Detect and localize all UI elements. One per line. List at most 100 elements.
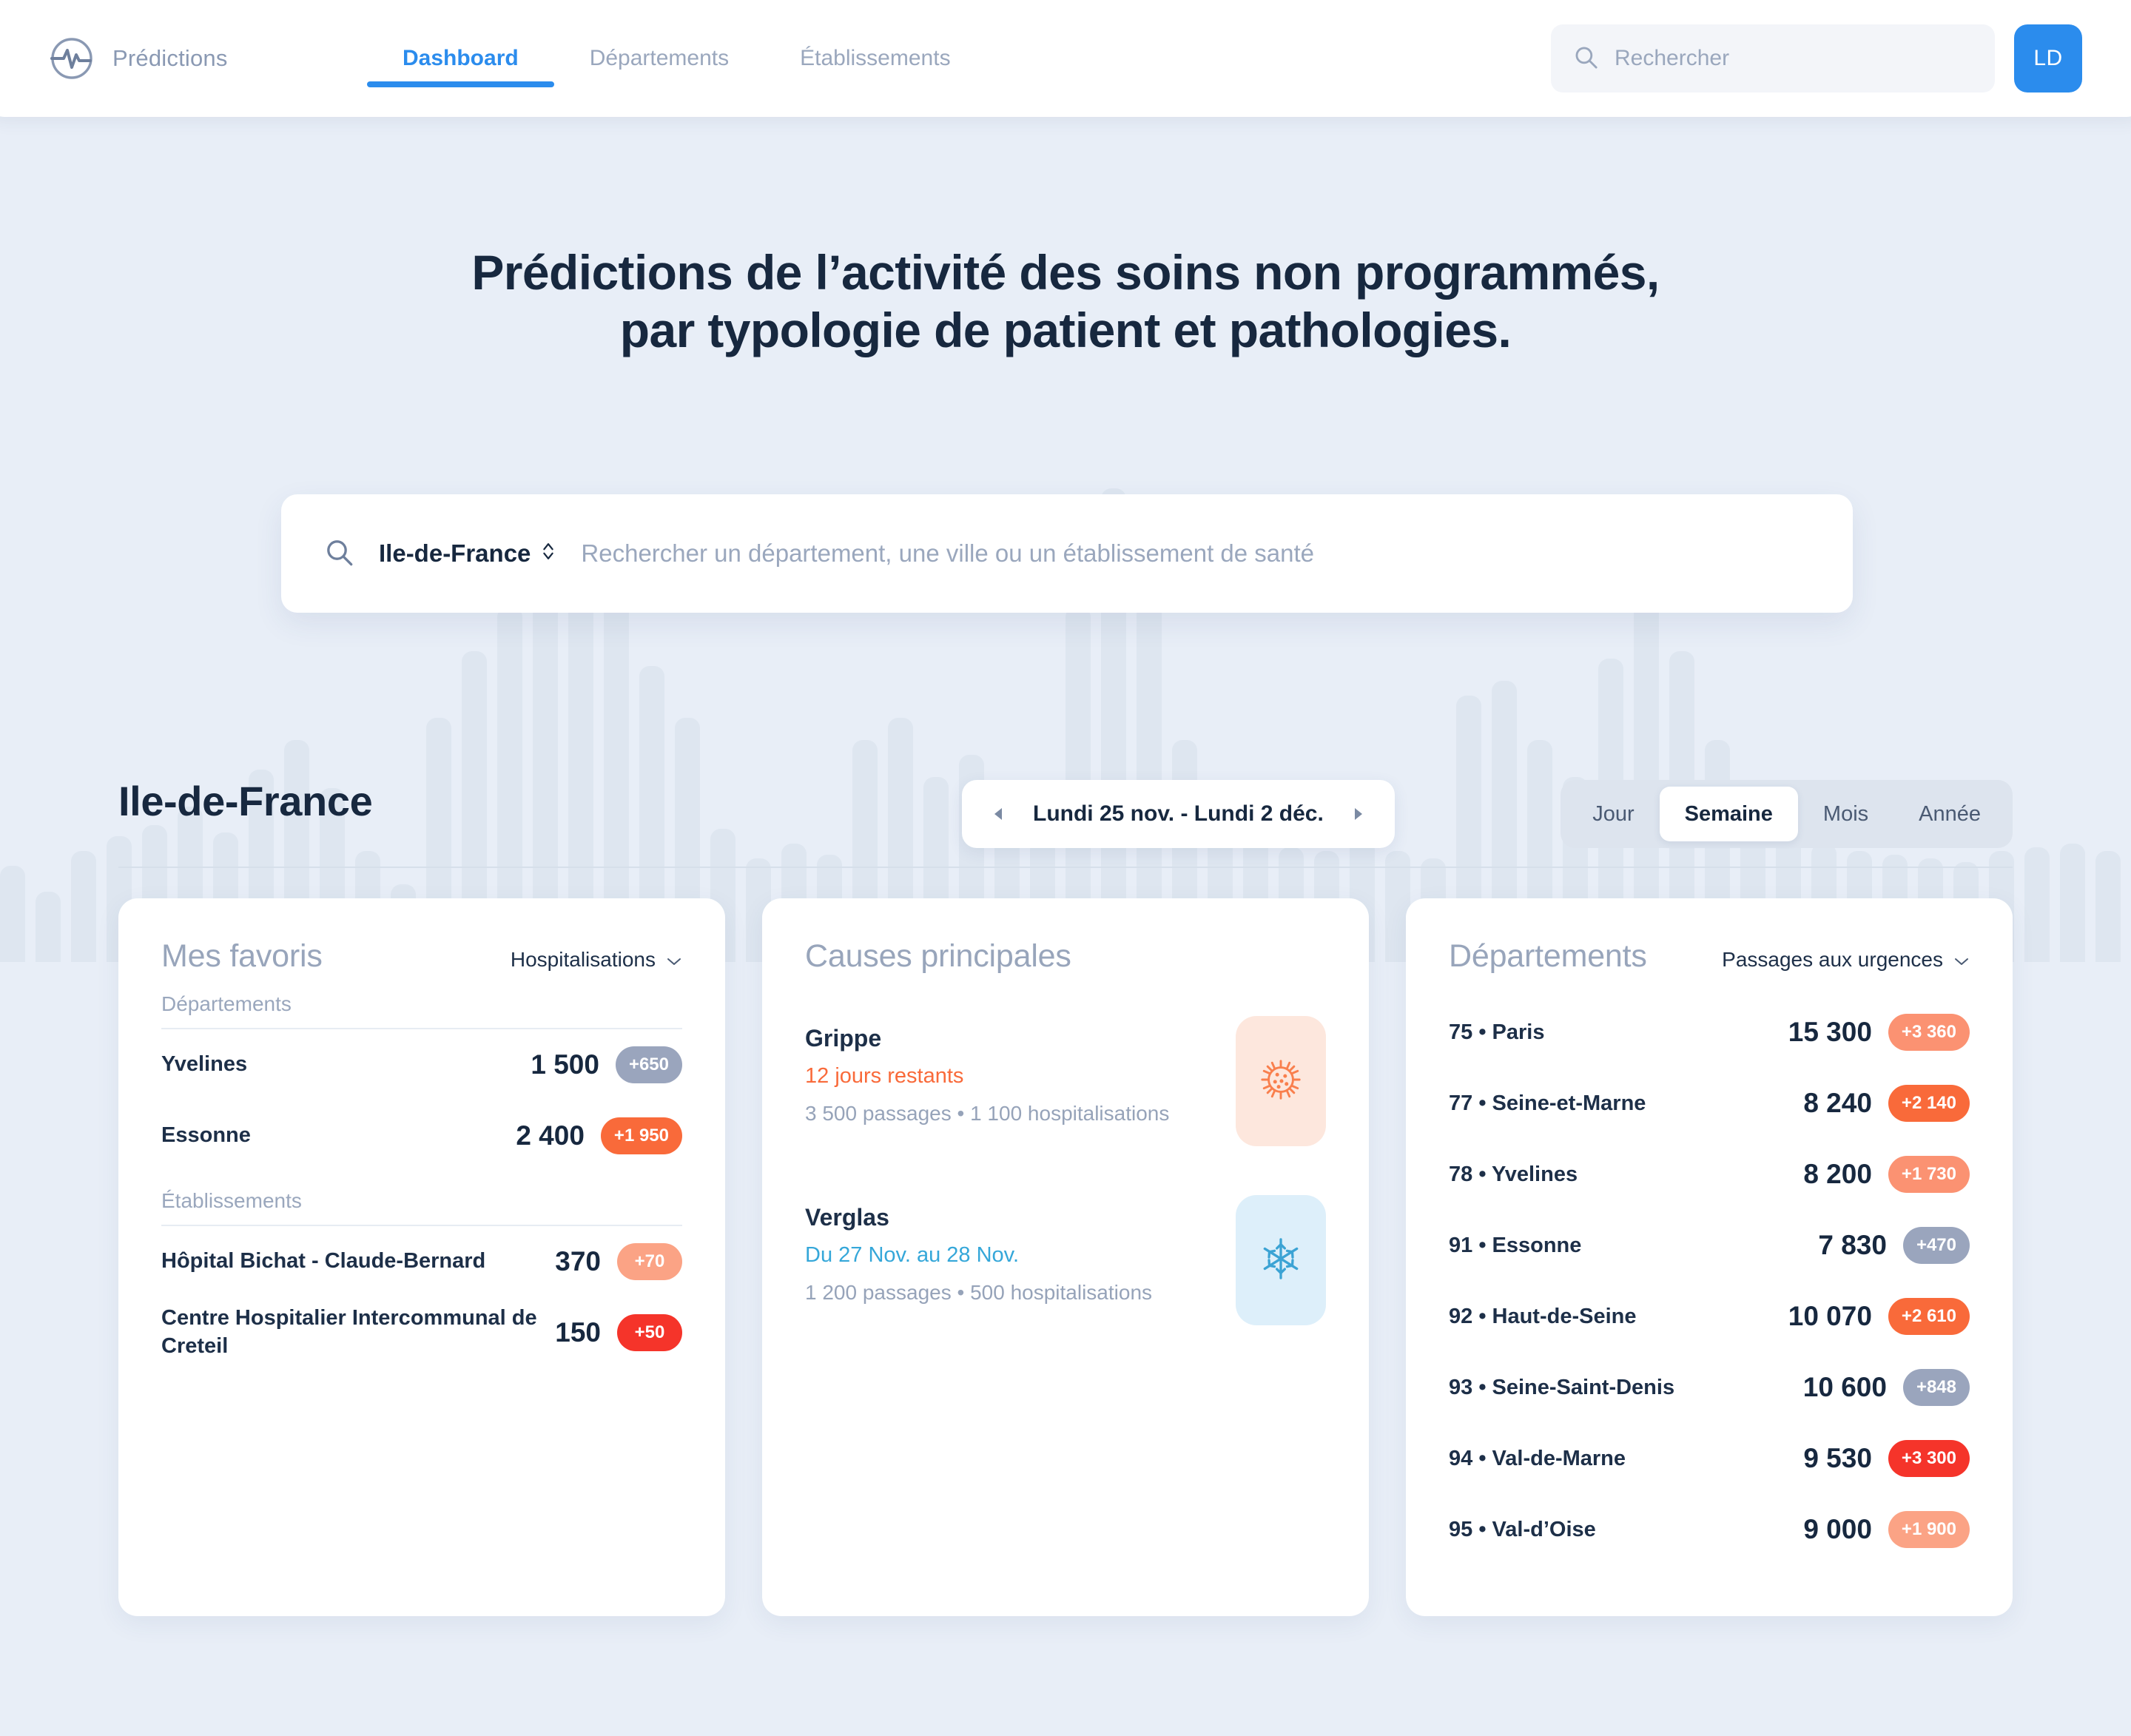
cause-name: Grippe [805,1025,882,1052]
search-placeholder: Rechercher [1615,46,1730,70]
search-input[interactable]: Rechercher [1551,24,1995,92]
background-bar [36,892,61,962]
period-toggle-group: Jour Semaine Mois Année [1561,780,2013,848]
status-badge: +1 900 [1888,1511,1970,1548]
date-prev-button[interactable] [990,805,1008,823]
departement-name: 93 • Seine-Saint-Denis [1449,1375,1675,1399]
departement-value: 8 240 [1803,1088,1872,1118]
favoris-group-label: Départements [161,992,292,1015]
favoris-card: Mes favoris Hospitalisations Département… [118,898,725,1616]
snowflake-icon [1258,1236,1304,1285]
table-row[interactable]: 94 • Val-de-Marne 9 530 +3 300 [1449,1423,1970,1494]
status-badge: +3 360 [1888,1014,1970,1051]
departements-title: Départements [1449,938,1647,974]
departement-value: 9 530 [1803,1443,1872,1473]
table-row[interactable]: 91 • Essonne 7 830 +470 [1449,1210,1970,1281]
causes-card: Causes principales Grippe 12 jours resta… [762,898,1369,1616]
status-badge: +2 610 [1888,1298,1970,1335]
departement-name: 75 • Paris [1449,1020,1545,1044]
page-title-line2: par typologie de patient et pathologies. [619,302,1512,357]
departements-card: Départements Passages aux urgences 75 • … [1406,898,2013,1616]
favoris-card-header: Mes favoris Hospitalisations [161,938,682,975]
tab-departements[interactable]: Départements [554,0,764,117]
tab-dashboard[interactable]: Dashboard [367,0,554,117]
cause-stats: 3 500 passages • 1 100 hospitalisations [805,1102,1170,1125]
brand[interactable]: Prédictions [49,36,367,81]
departements-list: 75 • Paris 15 300 +3 360 77 • Seine-et-Marn… [1449,997,1970,1565]
list-item[interactable]: Hôpital Bichat - Claude-Bernard 370 +70 [161,1226,682,1297]
period-annee-label: Année [1919,801,1981,826]
departement-name: 91 • Essonne [1449,1233,1582,1257]
table-row[interactable]: 93 • Seine-Saint-Denis 10 600 +848 [1449,1352,1970,1423]
section-divider [118,867,2013,868]
cause-text-group: Grippe 12 jours restants 3 500 passages … [805,1016,1213,1126]
brand-name: Prédictions [112,45,228,71]
period-annee[interactable]: Année [1893,787,2006,841]
cause-stats: 1 200 passages • 500 hospitalisations [805,1281,1153,1304]
cause-subtitle: 12 jours restants [805,1064,964,1088]
period-jour[interactable]: Jour [1567,787,1659,841]
status-badge: +1 730 [1888,1156,1970,1193]
favoris-row-value: 1 500 [531,1049,599,1080]
region-title: Ile-de-France [118,778,373,824]
list-item[interactable]: Grippe 12 jours restants 3 500 passages … [805,1016,1326,1146]
list-item[interactable]: Centre Hospitalier Intercommunal de Cret… [161,1297,682,1368]
nav-right-group: Rechercher LD [1551,24,2082,92]
favoris-row-name: Hôpital Bichat - Claude-Bernard [161,1249,486,1274]
departement-value: 15 300 [1788,1017,1872,1047]
avatar[interactable]: LD [2014,24,2082,92]
region-selector[interactable]: Ile-de-France [379,539,556,568]
avatar-initials: LD [2033,46,2063,70]
background-bar [2024,847,2050,962]
favoris-row-name: Yvelines [161,1052,248,1077]
departements-metric-label: Passages aux urgences [1722,948,1943,971]
cards-row: Mes favoris Hospitalisations Département… [118,898,2013,1616]
period-mois[interactable]: Mois [1798,787,1893,841]
departements-metric-dropdown[interactable]: Passages aux urgences [1722,948,1970,972]
date-range-picker[interactable]: Lundi 25 nov. - Lundi 2 déc. [962,780,1395,848]
date-range-label: Lundi 25 nov. - Lundi 2 déc. [1033,801,1324,826]
departement-value: 9 000 [1803,1514,1872,1544]
section-header: Ile-de-France Lundi 25 nov. - Lundi 2 dé… [118,777,2013,848]
virus-icon [1258,1057,1304,1106]
hero: Prédictions de l’activité des soins non … [0,244,2131,360]
background-bar [71,851,96,962]
departement-name: 78 • Yvelines [1449,1162,1578,1186]
departement-value: 10 600 [1802,1372,1887,1402]
hero-search-placeholder: Rechercher un département, une ville ou … [581,539,1315,567]
chevron-down-icon [666,948,682,972]
chevron-updown-icon [541,539,556,568]
status-badge: +2 140 [1888,1085,1970,1122]
list-item[interactable]: Essonne 2 400 +1 950 [161,1100,682,1171]
favoris-group-label: Établissements [161,1189,302,1212]
period-semaine[interactable]: Semaine [1659,787,1798,841]
status-badge: +650 [615,1046,682,1083]
table-row[interactable]: 75 • Paris 15 300 +3 360 [1449,997,1970,1068]
main-nav: Dashboard Départements Établissements [367,0,986,117]
page-title: Prédictions de l’activité des soins non … [0,244,2131,360]
pulse-circle-icon [49,36,95,81]
favoris-row-value: 150 [555,1317,601,1348]
search-icon [324,537,354,571]
cause-icon-tile [1236,1016,1326,1146]
favoris-metric-dropdown[interactable]: Hospitalisations [511,948,682,972]
departement-value: 10 070 [1788,1301,1872,1331]
search-icon [1573,44,1598,73]
period-jour-label: Jour [1592,801,1635,826]
status-badge: +3 300 [1888,1440,1970,1477]
date-next-button[interactable] [1349,805,1367,823]
table-row[interactable]: 92 • Haut-de-Seine 10 070 +2 610 [1449,1281,1970,1352]
departement-name: 92 • Haut-de-Seine [1449,1304,1637,1328]
background-bar [0,866,25,962]
hero-search-bar[interactable]: Ile-de-France Rechercher un département,… [281,494,1853,613]
table-row[interactable]: 78 • Yvelines 8 200 +1 730 [1449,1139,1970,1210]
favoris-row-name: Centre Hospitalier Intercommunal de Cret… [161,1306,537,1358]
tab-etablissements[interactable]: Établissements [764,0,986,117]
list-item[interactable]: Yvelines 1 500 +650 [161,1029,682,1100]
table-row[interactable]: 95 • Val-d’Oise 9 000 +1 900 [1449,1494,1970,1565]
cause-icon-tile [1236,1195,1326,1325]
favoris-metric-label: Hospitalisations [510,948,656,971]
table-row[interactable]: 77 • Seine-et-Marne 8 240 +2 140 [1449,1068,1970,1139]
background-bar [2060,844,2085,962]
list-item[interactable]: Verglas Du 27 Nov. au 28 Nov. 1 200 pass… [805,1195,1326,1325]
